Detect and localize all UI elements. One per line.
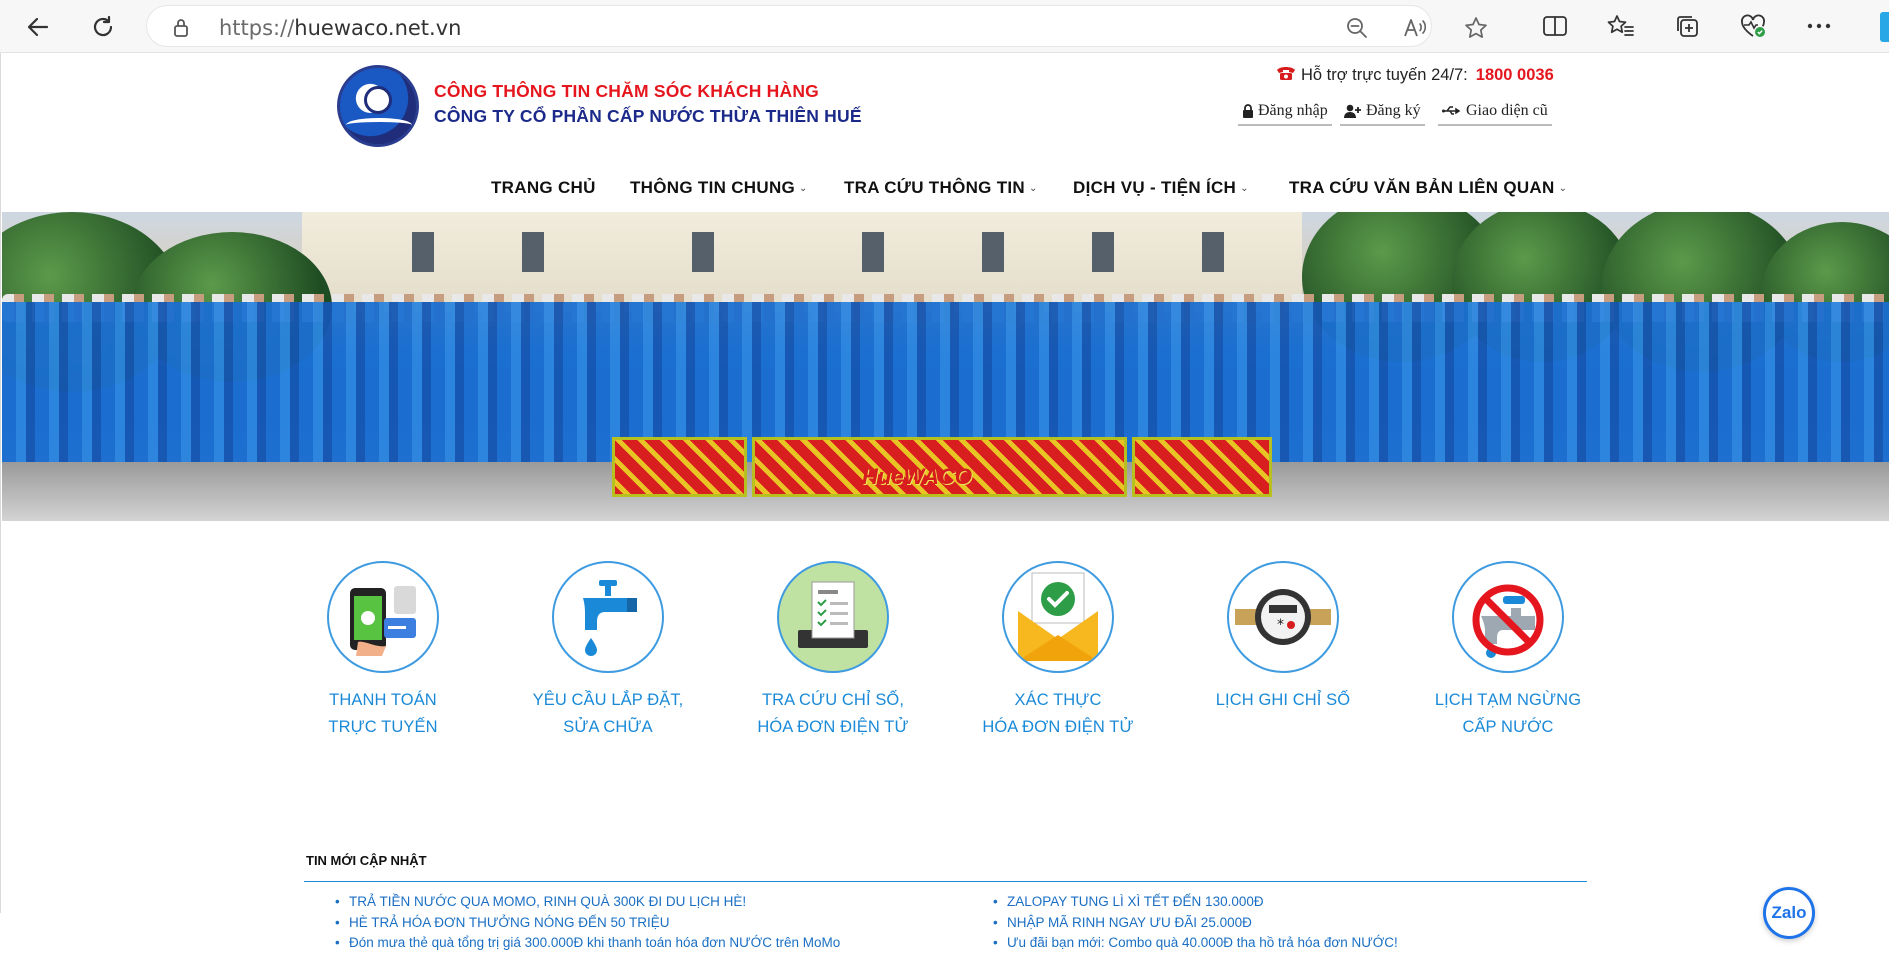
service-water-suspension[interactable]: LỊCH TẠM NGỪNG CẤP NƯỚC	[1408, 561, 1608, 741]
hotline: Hỗ trợ trực tuyến 24/7: 1800 0036	[1275, 64, 1554, 87]
add-user-icon	[1344, 104, 1361, 118]
favorites-icon[interactable]	[1606, 11, 1636, 41]
news-item[interactable]: TRẢ TIỀN NƯỚC QUA MOMO, RINH QUÀ 300K ĐI…	[333, 892, 840, 913]
refresh-button[interactable]	[84, 8, 122, 46]
web-page: CÔNG THÔNG TIN CHĂM SÓC KHÁCH HÀNG CÔNG …	[0, 53, 1889, 953]
more-options-icon[interactable]	[1804, 11, 1834, 41]
news-section-title: TIN MỚI CẬP NHẬT	[306, 853, 427, 868]
hotline-number[interactable]: 1800 0036	[1476, 66, 1554, 85]
lock-icon	[1243, 104, 1253, 118]
portal-title: CÔNG THÔNG TIN CHĂM SÓC KHÁCH HÀNG	[434, 81, 819, 101]
e-invoice-icon	[777, 561, 889, 673]
news-item[interactable]: NHẬP MÃ RINH NGAY ƯU ĐÃI 25.000Đ	[991, 913, 1398, 934]
chevron-down-icon: ⌄	[799, 182, 808, 194]
menu-home[interactable]: TRANG CHỦ	[491, 178, 596, 198]
back-button[interactable]	[19, 8, 57, 46]
url-text: https://huewaco.net.vn	[219, 16, 462, 40]
star-favorite-icon[interactable]	[1463, 15, 1489, 41]
news-divider	[304, 881, 1587, 882]
svg-text:*: *	[1277, 617, 1284, 633]
menu-documents[interactable]: TRA CỨU VĂN BẢN LIÊN QUAN ⌄	[1289, 178, 1567, 198]
usb-icon	[1442, 106, 1461, 115]
zalo-chat-button[interactable]: Zalo	[1763, 887, 1815, 939]
news-list-left: TRẢ TIỀN NƯỚC QUA MOMO, RINH QUÀ 300K ĐI…	[333, 892, 840, 954]
huewaco-logo[interactable]	[337, 65, 419, 147]
news-item[interactable]: ZALOPAY TUNG LÌ XÌ TẾT ĐẾN 130.000Đ	[991, 892, 1398, 913]
news-list-right: ZALOPAY TUNG LÌ XÌ TẾT ĐẾN 130.000Đ NHẬP…	[991, 892, 1398, 954]
collections-icon[interactable]	[1672, 11, 1702, 41]
split-screen-icon[interactable]	[1540, 11, 1570, 41]
news-item[interactable]: Đón mưa thẻ quà tổng trị giá 300.000Đ kh…	[333, 933, 840, 954]
company-name: CÔNG TY CỔ PHẦN CẤP NƯỚC THỪA THIÊN HUẾ	[434, 106, 862, 126]
service-verify-invoice[interactable]: XÁC THỰC HÓA ĐƠN ĐIỆN TỬ	[958, 561, 1158, 741]
browser-toolbar: https://huewaco.net.vn	[0, 0, 1889, 53]
water-meter-icon: *	[1227, 561, 1339, 673]
arrow-left-icon	[27, 17, 49, 37]
chevron-down-icon: ⌄	[1029, 182, 1038, 194]
copilot-icon[interactable]	[1880, 12, 1889, 42]
menu-general-info[interactable]: THÔNG TIN CHUNG ⌄	[630, 178, 808, 198]
water-tap-icon	[552, 561, 664, 673]
refresh-icon	[93, 15, 113, 37]
lock-icon	[173, 18, 189, 43]
hero-banner: HueWACO	[2, 212, 1889, 521]
phone-icon	[1275, 64, 1297, 87]
news-item[interactable]: Ưu đãi bạn mới: Combo quà 40.000Đ tha hồ…	[991, 933, 1398, 954]
banner-sign: HueWACO	[862, 464, 972, 489]
service-meter-invoice-lookup[interactable]: TRA CỨU CHỈ SỐ, HÓA ĐƠN ĐIỆN TỬ	[733, 561, 933, 741]
online-payment-icon	[327, 561, 439, 673]
chevron-down-icon: ⌄	[1240, 182, 1249, 194]
no-water-icon	[1452, 561, 1564, 673]
address-bar[interactable]: https://huewaco.net.vn	[146, 5, 1487, 47]
service-meter-schedule[interactable]: * LỊCH GHI CHỈ SỐ	[1183, 561, 1383, 714]
read-aloud-icon[interactable]	[1402, 15, 1428, 41]
verify-envelope-icon	[1002, 561, 1114, 673]
register-link[interactable]: Đăng ký	[1340, 98, 1425, 126]
chevron-down-icon: ⌄	[1558, 182, 1568, 194]
browser-essentials-icon[interactable]	[1738, 11, 1768, 41]
login-link[interactable]: Đăng nhập	[1238, 98, 1332, 126]
old-ui-link[interactable]: Giao diện cũ	[1438, 98, 1552, 126]
menu-services[interactable]: DỊCH VỤ - TIỆN ÍCH ⌄	[1073, 178, 1249, 198]
service-install-repair[interactable]: YÊU CẦU LẮP ĐẶT, SỬA CHỮA	[508, 561, 708, 741]
service-online-payment[interactable]: THANH TOÁN TRỰC TUYẾN	[283, 561, 483, 741]
menu-lookup-info[interactable]: TRA CỨU THÔNG TIN ⌄	[844, 178, 1038, 198]
zoom-out-icon[interactable]	[1344, 15, 1370, 41]
news-item[interactable]: HÈ TRẢ HÓA ĐƠN THƯỞNG NÓNG ĐẾN 50 TRIỆU	[333, 913, 840, 934]
